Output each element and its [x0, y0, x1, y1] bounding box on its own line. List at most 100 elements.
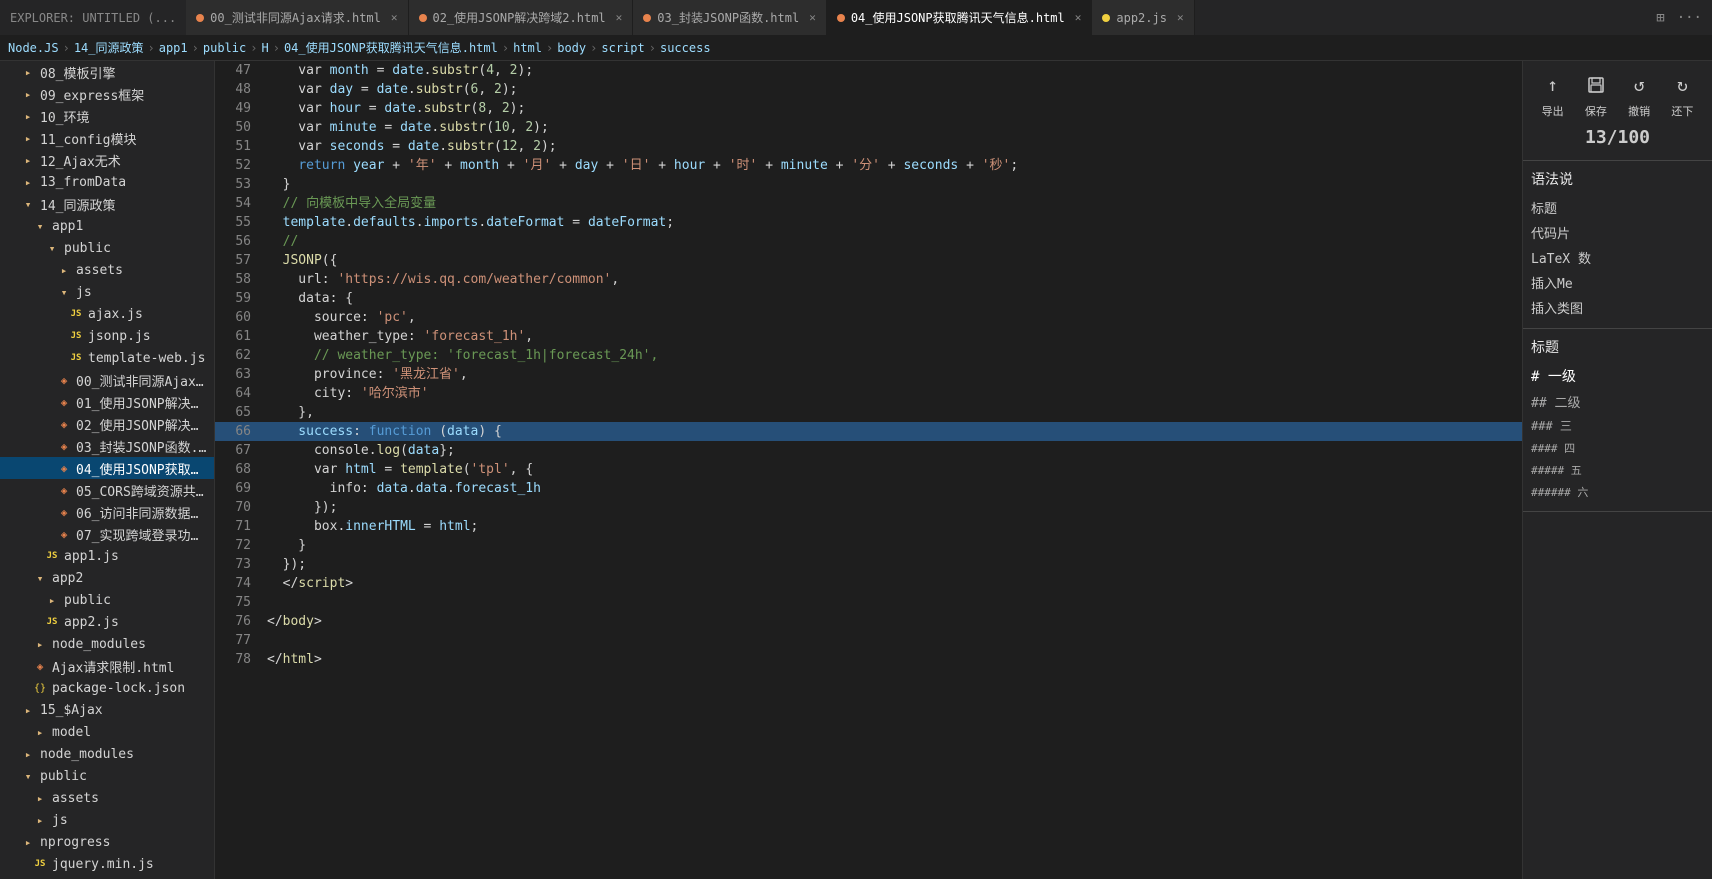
- line-num-64: 64: [215, 384, 263, 403]
- tab-close-tab1[interactable]: ✕: [391, 11, 398, 24]
- heading-item-0[interactable]: # 一级: [1531, 363, 1704, 389]
- sidebar-item-37[interactable]: JStemplate-web.js: [0, 875, 214, 879]
- sidebar-item-7[interactable]: ▾app1: [0, 215, 214, 237]
- sidebar-item-23[interactable]: ▾app2: [0, 567, 214, 589]
- heading-item-5[interactable]: ###### 六: [1531, 481, 1704, 503]
- sidebar-label-26: node_modules: [52, 637, 146, 652]
- sidebar-item-12[interactable]: JSjsonp.js: [0, 325, 214, 347]
- tab-tab4[interactable]: 04_使用JSONP获取腾讯天气信息.html✕: [827, 0, 1093, 35]
- sidebar-item-22[interactable]: JSapp1.js: [0, 545, 214, 567]
- line-num-69: 69: [215, 479, 263, 498]
- sidebar-item-8[interactable]: ▾public: [0, 237, 214, 259]
- sidebar-item-34[interactable]: ▸js: [0, 809, 214, 831]
- tab-close-tab3[interactable]: ✕: [809, 11, 816, 24]
- sidebar-item-35[interactable]: ▸nprogress: [0, 831, 214, 853]
- sidebar-label-13: template-web.js: [88, 351, 205, 366]
- export-action[interactable]: ↑ 导出: [1537, 69, 1569, 119]
- save-label: 保存: [1585, 103, 1607, 119]
- file-js-icon-13: JS: [68, 350, 84, 366]
- sidebar-item-26[interactable]: ▸node_modules: [0, 633, 214, 655]
- sidebar-item-5[interactable]: ▸13_fromData: [0, 171, 214, 193]
- sidebar-item-27[interactable]: ◈Ajax请求限制.html: [0, 655, 214, 677]
- breadcrumb-item-8[interactable]: script: [601, 41, 644, 55]
- sidebar-item-31[interactable]: ▸node_modules: [0, 743, 214, 765]
- code-editor[interactable]: 47 var month = date.substr(4, 2);48 var …: [215, 61, 1522, 879]
- heading-title: 标题: [1531, 337, 1704, 357]
- md-item-1[interactable]: 代码片: [1531, 220, 1704, 245]
- breadcrumb-item-7[interactable]: body: [557, 41, 586, 55]
- sidebar-item-6[interactable]: ▾14_同源政策: [0, 193, 214, 215]
- breadcrumb-item-4[interactable]: H: [261, 41, 268, 55]
- sidebar-item-36[interactable]: JSjquery.min.js: [0, 853, 214, 875]
- line-content-53: }: [263, 175, 1522, 194]
- sidebar-item-11[interactable]: JSajax.js: [0, 303, 214, 325]
- sidebar-item-21[interactable]: ◈07_实现跨域登录功能.html: [0, 523, 214, 545]
- tab-close-tab4[interactable]: ✕: [1075, 11, 1082, 24]
- sidebar-item-15[interactable]: ◈01_使用JSONP解决跨域1.html: [0, 391, 214, 413]
- more-actions-button[interactable]: ···: [1673, 8, 1706, 28]
- line-num-51: 51: [215, 137, 263, 156]
- sidebar-item-14[interactable]: ◈00_测试非同源Ajax请求.html: [0, 369, 214, 391]
- tab-tab2[interactable]: 02_使用JSONP解决跨域2.html✕: [409, 0, 634, 35]
- sidebar-item-25[interactable]: JSapp2.js: [0, 611, 214, 633]
- redo-action[interactable]: ↻ 还下: [1666, 69, 1698, 119]
- breadcrumb-item-2[interactable]: app1: [159, 41, 188, 55]
- explorer-title: EXPLORER: UNTITLED (...: [0, 11, 186, 25]
- tab-tab1[interactable]: 00_测试非同源Ajax请求.html✕: [186, 0, 408, 35]
- code-lines: 47 var month = date.substr(4, 2);48 var …: [215, 61, 1522, 669]
- sidebar-item-18[interactable]: ◈04_使用JSONP获取腾讯天气信...: [0, 457, 214, 479]
- sidebar-item-20[interactable]: ◈06_访问非同源数据的服务器解...: [0, 501, 214, 523]
- md-item-2[interactable]: LaTeX 数: [1531, 245, 1704, 270]
- sidebar-item-28[interactable]: {}package-lock.json: [0, 677, 214, 699]
- sidebar-item-24[interactable]: ▸public: [0, 589, 214, 611]
- heading-item-2[interactable]: ### 三: [1531, 414, 1704, 437]
- undo-action[interactable]: ↺ 撤销: [1623, 69, 1655, 119]
- code-line-74: 74 </script>: [215, 574, 1522, 593]
- right-panel: ↑ 导出 保存 ↺ 撤销 ↻ 还下 13: [1522, 61, 1712, 879]
- sidebar-item-10[interactable]: ▾js: [0, 281, 214, 303]
- tab-tab5[interactable]: app2.js✕: [1092, 0, 1194, 35]
- tab-close-tab2[interactable]: ✕: [616, 11, 623, 24]
- sidebar-label-22: app1.js: [64, 549, 119, 564]
- md-item-4[interactable]: 插入类图: [1531, 295, 1704, 320]
- sidebar-item-17[interactable]: ◈03_封装JSONP函数.html: [0, 435, 214, 457]
- sidebar-item-2[interactable]: ▸10_环境: [0, 105, 214, 127]
- split-editor-button[interactable]: ⊞: [1652, 8, 1668, 28]
- heading-item-4[interactable]: ##### 五: [1531, 459, 1704, 481]
- sidebar-item-19[interactable]: ◈05_CORS跨域资源共享.html: [0, 479, 214, 501]
- breadcrumb-item-9[interactable]: success: [660, 41, 711, 55]
- sidebar-label-21: 07_实现跨域登录功能.html: [76, 525, 208, 544]
- sidebar-item-13[interactable]: JS template-web.js: [0, 347, 214, 369]
- line-num-73: 73: [215, 555, 263, 574]
- breadcrumb-item-0[interactable]: Node.JS: [8, 41, 59, 55]
- md-item-3[interactable]: 插入Me: [1531, 270, 1704, 295]
- breadcrumb-item-6[interactable]: html: [513, 41, 542, 55]
- line-content-78: </html>: [263, 650, 1522, 669]
- syntax-title: 语法说: [1531, 169, 1704, 189]
- sidebar-item-1[interactable]: ▸09_express框架: [0, 83, 214, 105]
- sidebar-item-29[interactable]: ▸15_$Ajax: [0, 699, 214, 721]
- folder-icon-10: ▾: [56, 284, 72, 300]
- save-action[interactable]: 保存: [1580, 69, 1612, 119]
- sidebar-item-30[interactable]: ▸model: [0, 721, 214, 743]
- tab-dot-tab4: [837, 14, 845, 22]
- line-num-78: 78: [215, 650, 263, 669]
- heading-item-3[interactable]: #### 四: [1531, 437, 1704, 459]
- export-icon: ↑: [1537, 69, 1569, 101]
- line-num-75: 75: [215, 593, 263, 612]
- heading-item-1[interactable]: ## 二级: [1531, 389, 1704, 414]
- sidebar-label-12: jsonp.js: [88, 329, 151, 344]
- breadcrumb-item-3[interactable]: public: [203, 41, 246, 55]
- breadcrumb-item-5[interactable]: 04_使用JSONP获取腾讯天气信息.html: [284, 39, 498, 56]
- sidebar-item-33[interactable]: ▸assets: [0, 787, 214, 809]
- sidebar-item-9[interactable]: ▸assets: [0, 259, 214, 281]
- breadcrumb-item-1[interactable]: 14_同源政策: [74, 39, 144, 56]
- sidebar-item-4[interactable]: ▸12_Ajax无术: [0, 149, 214, 171]
- sidebar-item-16[interactable]: ◈02_使用JSONP解决跨域2.html: [0, 413, 214, 435]
- md-item-0[interactable]: 标题: [1531, 195, 1704, 220]
- tab-close-tab5[interactable]: ✕: [1177, 11, 1184, 24]
- sidebar-item-0[interactable]: ▸08_模板引擎: [0, 61, 214, 83]
- sidebar-item-32[interactable]: ▾public: [0, 765, 214, 787]
- tab-tab3[interactable]: 03_封装JSONP函数.html✕: [633, 0, 827, 35]
- sidebar-item-3[interactable]: ▸11_config模块: [0, 127, 214, 149]
